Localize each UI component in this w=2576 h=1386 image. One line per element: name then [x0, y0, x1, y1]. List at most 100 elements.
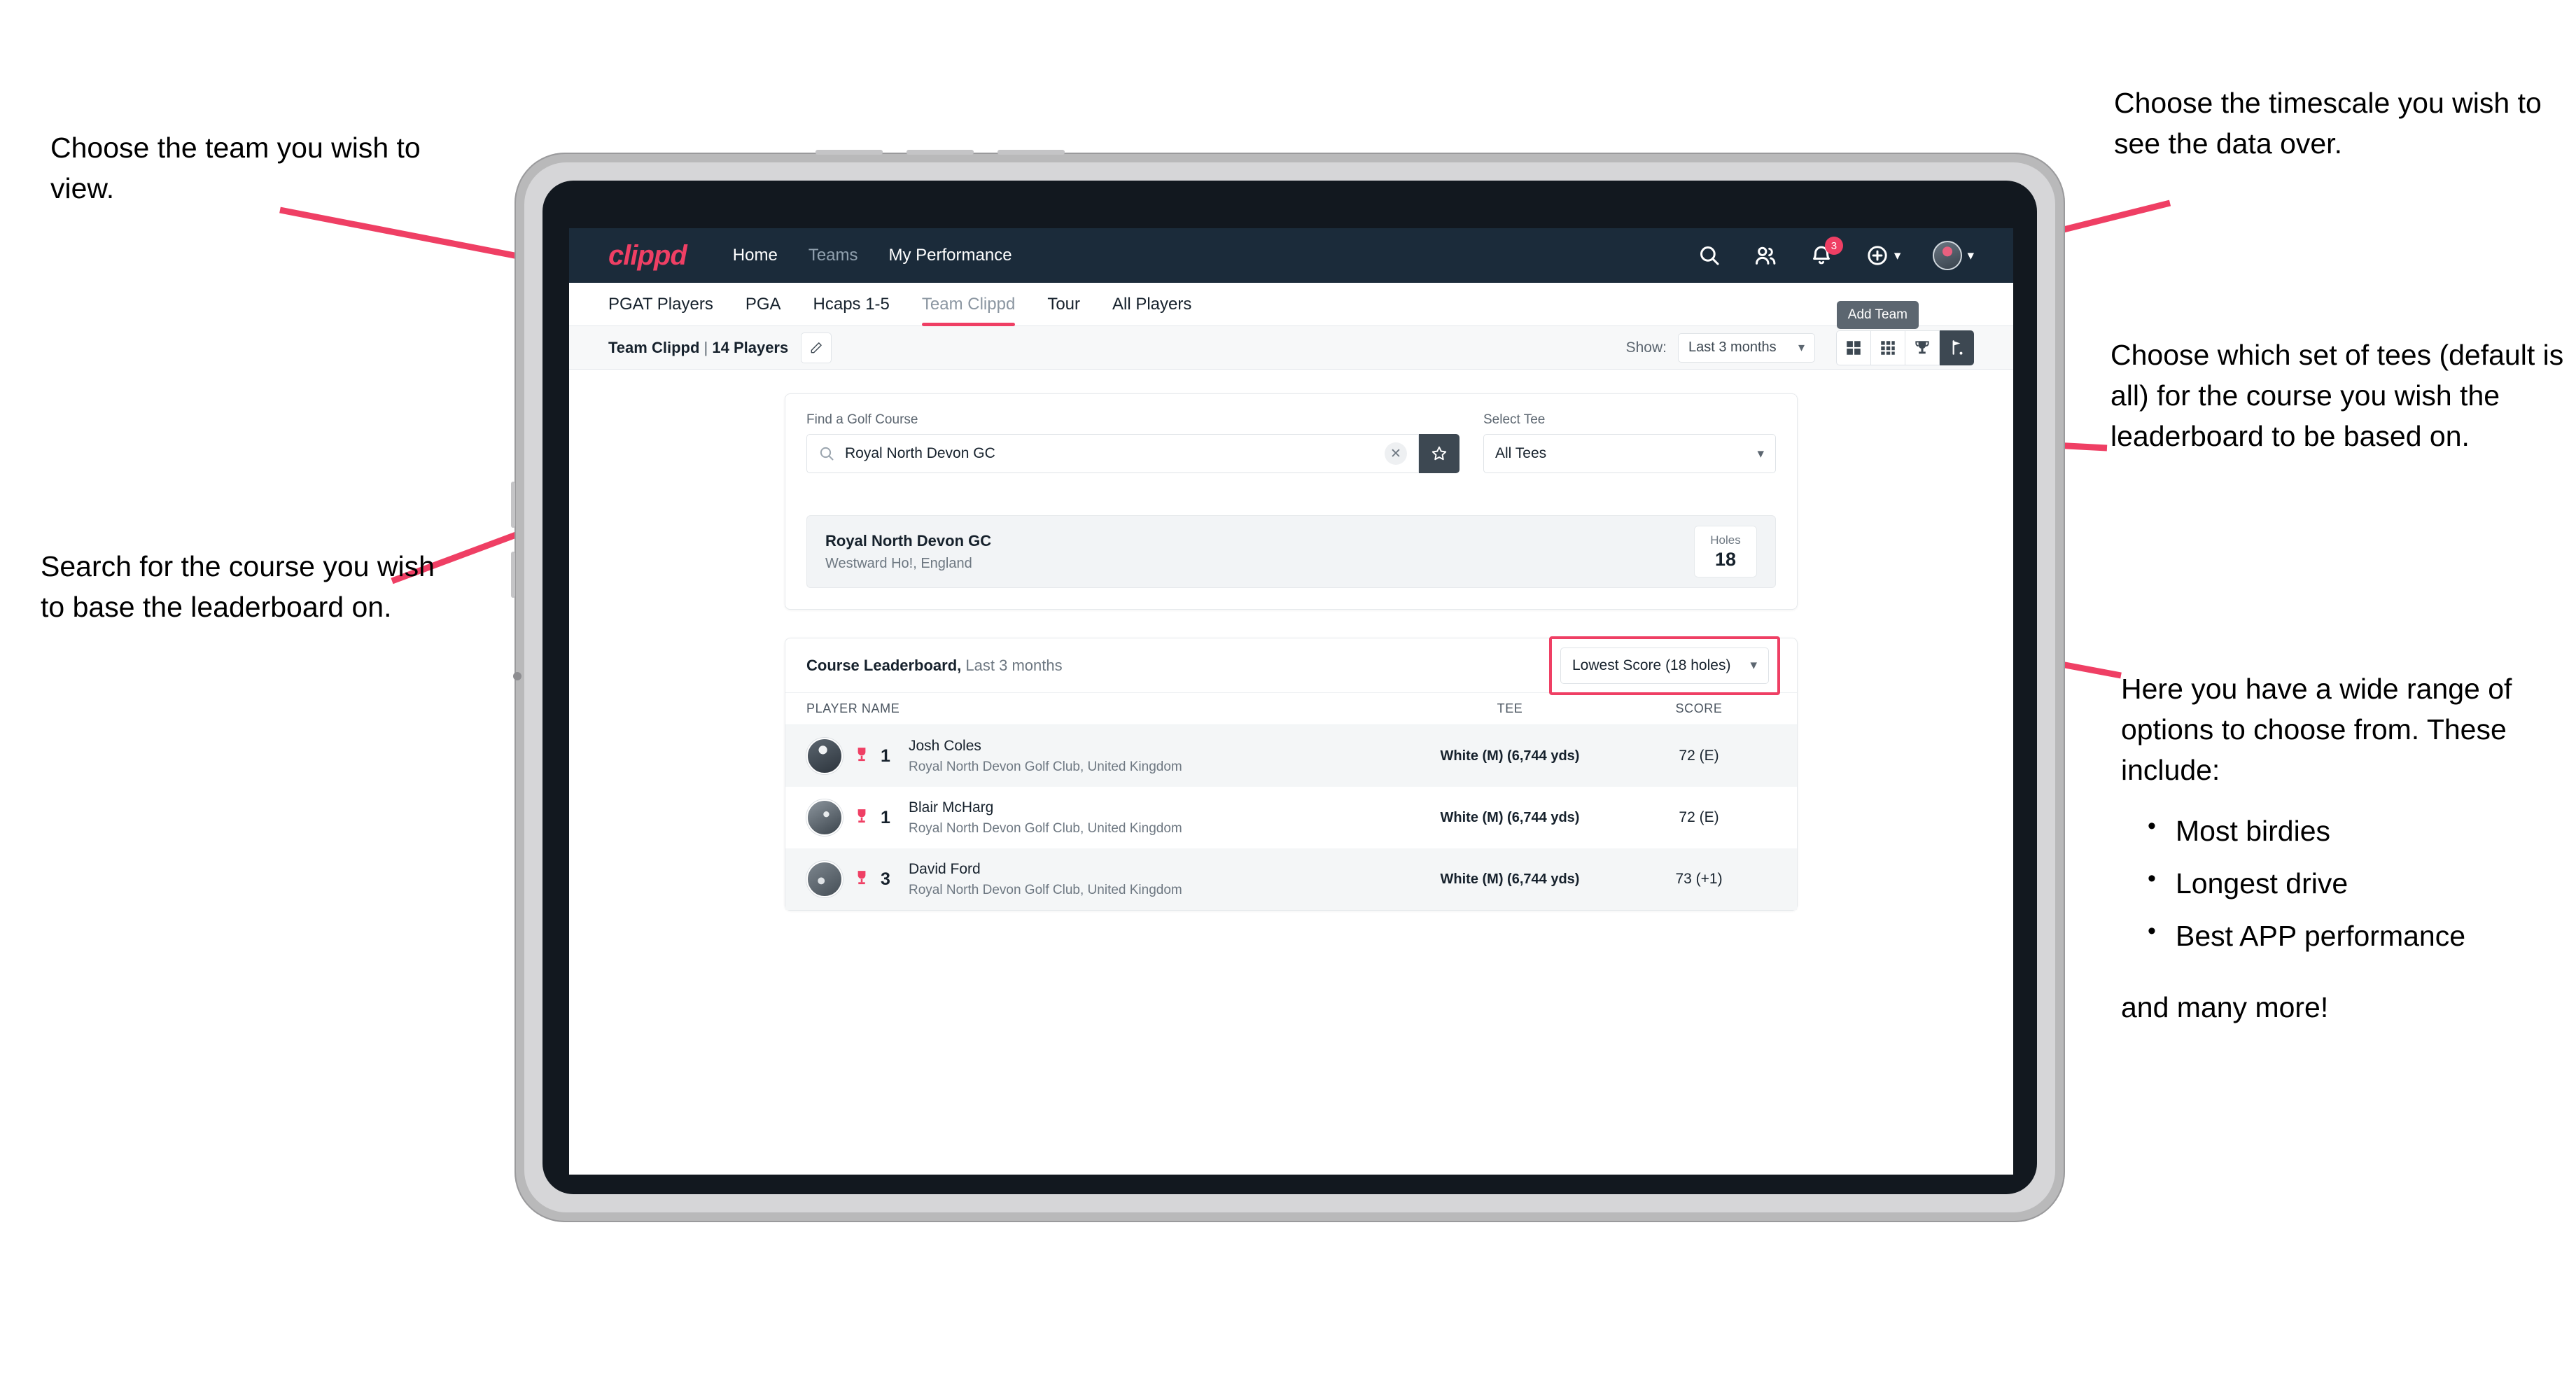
account-menu-button[interactable]: ▾ [1933, 241, 1974, 270]
player-name: David Ford [909, 860, 981, 877]
trophy-icon [1915, 340, 1929, 354]
chevron-down-icon: ▾ [1967, 248, 1974, 263]
leaderboard-sort-select[interactable]: Lowest Score (18 holes) ▾ [1560, 647, 1769, 684]
team-tabstrip: PGAT Players PGA Hcaps 1-5 Team Clippd T… [569, 283, 2013, 329]
course-result-info: Royal North Devon GC Westward Ho!, Engla… [825, 532, 991, 572]
golf-flag-icon [1952, 340, 1963, 355]
course-search-card: Find a Golf Course Royal North Devon GC … [785, 393, 1798, 610]
player-score: 72 (E) [1679, 748, 1719, 764]
player-name: Blair McHarg [909, 799, 994, 816]
close-icon[interactable]: ✕ [1385, 442, 1407, 465]
chevron-down-icon: ▾ [1893, 248, 1901, 263]
course-holes-box: Holes 18 [1694, 526, 1757, 578]
course-search-input[interactable]: Royal North Devon GC ✕ [806, 434, 1419, 473]
course-leaderboard-card: Course Leaderboard, Last 3 months Lowest… [785, 636, 1798, 911]
tab-all-players[interactable]: All Players [1112, 283, 1191, 326]
team-summary: Team Clippd | 14 Players [608, 339, 788, 357]
column-header-tee: TEE [1497, 701, 1523, 715]
player-rank: 1 [881, 807, 890, 827]
view-grid-3x3-button[interactable] [1871, 330, 1905, 365]
course-search-value: Royal North Devon GC [845, 445, 995, 461]
view-grid-2x2-button[interactable] [1836, 330, 1871, 365]
notifications-button[interactable]: 3 [1809, 237, 1843, 267]
team-player-count: 14 Players [712, 338, 789, 356]
annotation-options-list: Most birdies Longest drive Best APP perf… [2121, 809, 2569, 957]
avatar [806, 861, 843, 897]
view-golf-flag-button[interactable] [1940, 330, 1974, 365]
leaderboard-column-headers: PLAYER NAME TEE SCORE [785, 693, 1797, 725]
tab-pgat-players[interactable]: PGAT Players [608, 283, 713, 326]
annotation-options-tail: and many more! [2121, 991, 2329, 1024]
player-cell: 3 David Ford Royal North Devon Golf Club… [806, 861, 1398, 898]
annotation-options: Here you have a wide range of options to… [2121, 668, 2569, 1028]
player-club: Royal North Devon Golf Club, United King… [909, 820, 1182, 836]
annotation-search-course: Search for the course you wish to base t… [41, 550, 435, 624]
chevron-down-icon: ▾ [1750, 658, 1757, 673]
tee-select-value: All Tees [1495, 445, 1547, 461]
annotation-option-item: Most birdies [2121, 809, 2569, 851]
table-row[interactable]: 1 Josh Coles Royal North Devon Golf Club… [785, 725, 1797, 787]
grid-2x2-icon [1847, 340, 1861, 355]
side-button [511, 552, 515, 598]
avatar[interactable] [1933, 241, 1963, 270]
device-inner-frame: clippd Home Teams My Performance 3 ▾ ▾ P… [524, 162, 2055, 1212]
player-tee: White (M) (6,744 yds) [1440, 809, 1580, 825]
annotation-option-item: Best APP performance [2121, 914, 2569, 956]
course-result-row[interactable]: Royal North Devon GC Westward Ho!, Engla… [806, 515, 1776, 588]
player-tee: White (M) (6,744 yds) [1440, 871, 1580, 887]
nav-link-teams[interactable]: Teams [808, 246, 858, 265]
tablet-device: clippd Home Teams My Performance 3 ▾ ▾ P… [511, 150, 2065, 1222]
player-rank: 1 [881, 746, 890, 766]
player-club: Royal North Devon Golf Club, United King… [909, 759, 1182, 774]
people-icon[interactable] [1754, 244, 1777, 267]
view-trophy-button[interactable] [1905, 330, 1940, 365]
edit-team-button[interactable] [801, 332, 832, 363]
app-screen: clippd Home Teams My Performance 3 ▾ ▾ P… [569, 228, 2013, 1175]
trophy-icon [858, 748, 866, 762]
tee-select[interactable]: All Tees ▾ [1483, 434, 1776, 473]
annotation-option-item: Longest drive [2121, 862, 2569, 904]
find-course-column: Find a Golf Course Royal North Devon GC … [806, 412, 1460, 473]
plus-circle-icon[interactable] [1865, 244, 1889, 267]
player-name: Josh Coles [909, 737, 981, 754]
select-tee-column: Select Tee All Tees ▾ [1483, 412, 1776, 473]
team-toolbar: Team Clippd | 14 Players Show: Last 3 mo… [569, 326, 2013, 370]
timescale-select[interactable]: Last 3 months ▾ [1678, 332, 1815, 363]
search-row: Find a Golf Course Royal North Devon GC … [806, 412, 1776, 473]
trophy-icon [858, 809, 866, 823]
table-row[interactable]: 1 Blair McHarg Royal North Devon Golf Cl… [785, 787, 1797, 848]
tab-tour[interactable]: Tour [1047, 283, 1080, 326]
favourite-course-button[interactable] [1419, 434, 1460, 473]
pencil-icon [811, 342, 822, 353]
add-menu-button[interactable]: ▾ [1865, 244, 1901, 267]
holes-label: Holes [1710, 533, 1741, 547]
chevron-down-icon: ▾ [1798, 340, 1805, 354]
power-button [997, 150, 1065, 155]
leaderboard-header: Course Leaderboard, Last 3 months Lowest… [785, 636, 1797, 695]
leaderboard-subtitle: Last 3 months [965, 656, 1063, 674]
search-icon[interactable] [1698, 244, 1721, 267]
clippd-logo[interactable]: clippd [608, 240, 687, 272]
screen-bezel: clippd Home Teams My Performance 3 ▾ ▾ P… [542, 181, 2037, 1194]
player-score: 72 (E) [1679, 809, 1719, 825]
tab-hcaps-1-5[interactable]: Hcaps 1-5 [813, 283, 890, 326]
notification-badge: 3 [1824, 237, 1843, 255]
tab-team-clippd[interactable]: Team Clippd [921, 283, 1016, 326]
grid-3x3-icon [1881, 340, 1895, 355]
leaderboard-sort-value: Lowest Score (18 holes) [1572, 657, 1731, 673]
timescale-value: Last 3 months [1688, 340, 1777, 355]
leaderboard-title-text: Course Leaderboard, [806, 656, 962, 674]
nav-link-home[interactable]: Home [733, 246, 778, 265]
page-content: Find a Golf Course Royal North Devon GC … [569, 370, 2013, 911]
nav-link-my-performance[interactable]: My Performance [889, 246, 1012, 265]
chevron-down-icon: ▾ [1757, 446, 1764, 461]
tab-pga[interactable]: PGA [746, 283, 781, 326]
navbar-actions: 3 ▾ ▾ [1698, 237, 1974, 270]
course-result-name: Royal North Devon GC [825, 531, 992, 550]
avatar [806, 799, 843, 836]
annotation-select-tees: Choose which set of tees (default is all… [2110, 339, 2564, 453]
avatar [806, 738, 843, 774]
view-toggle-group [1836, 330, 1974, 365]
table-row[interactable]: 3 David Ford Royal North Devon Golf Club… [785, 848, 1797, 910]
column-header-score: SCORE [1675, 701, 1723, 715]
